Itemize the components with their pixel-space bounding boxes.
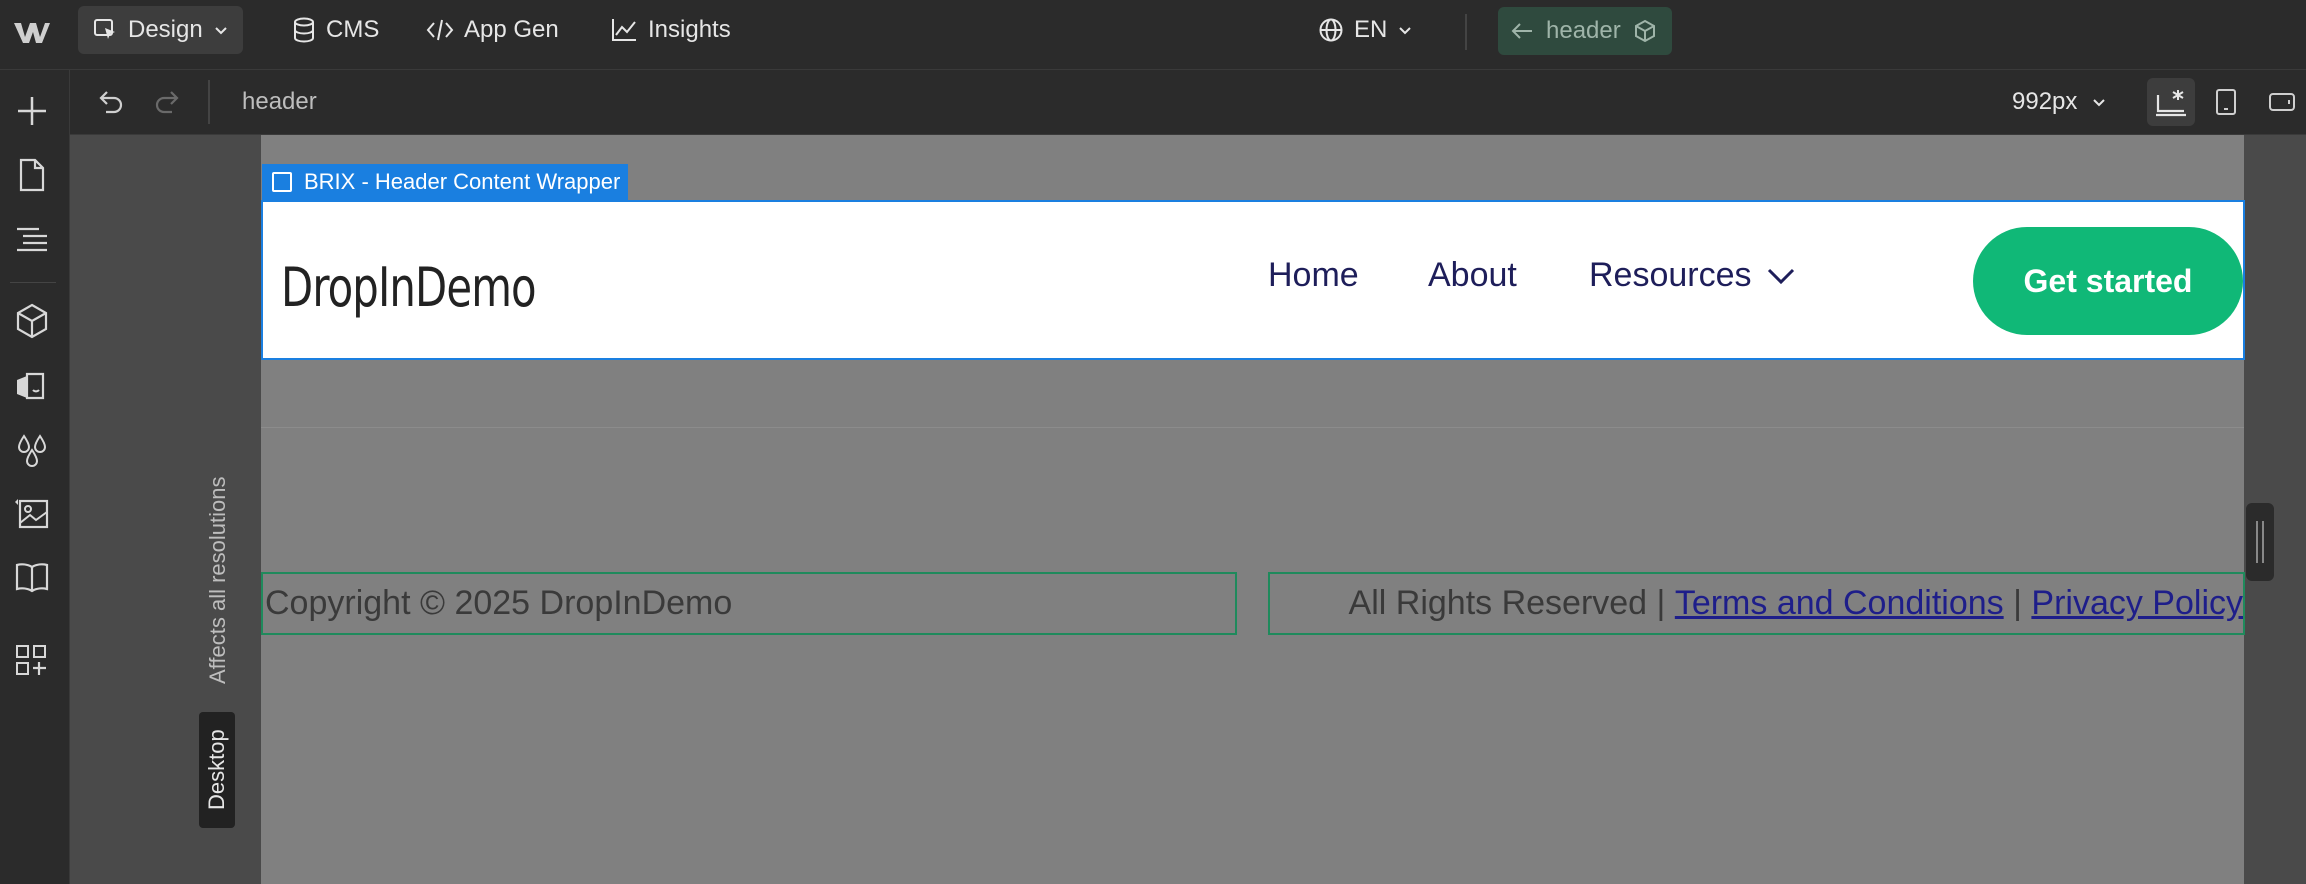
footer-copyright[interactable]: Copyright © 2025 DropInDemo (261, 572, 1237, 635)
selected-element-label[interactable]: BRIX - Header Content Wrapper (262, 164, 629, 200)
cms-label: CMS (326, 16, 380, 43)
chevron-down-icon (215, 27, 227, 35)
terms-link[interactable]: Terms and Conditions (1675, 584, 2004, 623)
toolbar-divider (208, 80, 210, 124)
link-separator: | (2003, 584, 2032, 622)
code-icon (426, 19, 454, 41)
element-box-icon (272, 172, 292, 192)
mobile-landscape-icon (2269, 93, 2295, 111)
arrow-left-icon (1511, 23, 1532, 39)
sidebar-divider (10, 282, 56, 283)
locale-selector[interactable]: EN (1304, 6, 1427, 54)
component-cube-icon (1634, 19, 1655, 43)
privacy-link[interactable]: Privacy Policy (2031, 584, 2243, 623)
breakpoint-width-selector[interactable]: 992px (2012, 88, 2107, 116)
breakpoint-width-label: 992px (2012, 88, 2078, 115)
book-icon[interactable] (13, 558, 51, 596)
breakpoint-tab[interactable]: Desktop (199, 712, 235, 828)
tablet-icon (2216, 89, 2236, 115)
globe-icon (1319, 18, 1343, 42)
chevron-down-icon (1399, 27, 1412, 35)
undo-icon[interactable] (92, 84, 128, 120)
mobile-landscape-breakpoint-button[interactable] (2258, 78, 2306, 126)
apps-add-icon[interactable] (13, 642, 51, 680)
redo-icon[interactable] (150, 84, 186, 120)
cms-button[interactable]: CMS (278, 6, 393, 54)
assets-image-icon[interactable] (13, 494, 51, 532)
canvas-toolbar: header 992px (70, 70, 2306, 135)
component-chip[interactable]: header (1498, 7, 1672, 55)
component-chip-label: header (1546, 17, 1621, 44)
tablet-breakpoint-button[interactable] (2202, 78, 2250, 126)
navigator-icon[interactable] (13, 220, 51, 258)
chevron-down-icon (1767, 268, 1794, 284)
breakpoint-note: Affects all resolutions (205, 476, 230, 684)
variables-drops-icon[interactable] (13, 430, 51, 468)
rights-text: All Rights Reserved | (1348, 584, 1675, 622)
copyright-text: Copyright © 2025 DropInDemo (265, 584, 733, 622)
cursor-select-icon (94, 19, 115, 39)
components-cube-icon[interactable] (13, 302, 51, 340)
chevron-down-icon (2093, 99, 2106, 107)
desktop-breakpoint-button[interactable] (2147, 78, 2195, 126)
app-gen-button[interactable]: App Gen (412, 6, 573, 54)
section-divider (261, 427, 2244, 428)
left-sidebar (0, 70, 70, 884)
design-mode-label: Design (128, 16, 203, 43)
insights-button[interactable]: Insights (596, 6, 745, 54)
nav-dropdown-resources[interactable]: Resources (1589, 256, 1796, 295)
brand-logo[interactable]: DropInDemo (281, 256, 537, 319)
nav-link-home[interactable]: Home (1268, 256, 1359, 295)
line-chart-icon (612, 19, 636, 41)
toolbar-divider (1465, 14, 1467, 50)
style-selectors-icon[interactable] (13, 366, 51, 404)
database-icon (294, 17, 314, 43)
webflow-logo-icon[interactable] (12, 17, 52, 47)
footer-links: All Rights Reserved | Terms and Conditio… (1268, 572, 2245, 635)
pages-icon[interactable] (13, 156, 51, 194)
design-mode-button[interactable]: Design (78, 6, 243, 54)
insights-label: Insights (648, 16, 731, 43)
app-gen-label: App Gen (464, 16, 559, 43)
get-started-button[interactable]: Get started (1973, 227, 2243, 335)
locale-label: EN (1354, 16, 1388, 43)
nav-dropdown-label: Resources (1589, 256, 1752, 294)
breadcrumb[interactable]: header (242, 88, 317, 116)
selected-element-name: BRIX - Header Content Wrapper (304, 169, 621, 194)
add-icon[interactable] (13, 92, 51, 130)
header-content-wrapper[interactable] (261, 200, 2245, 360)
top-bar: Design CMS App Gen Insights EN header (0, 0, 2306, 70)
nav-link-about[interactable]: About (1428, 256, 1517, 295)
desktop-base-icon (2156, 90, 2186, 117)
canvas-resize-handle[interactable] (2246, 503, 2274, 581)
